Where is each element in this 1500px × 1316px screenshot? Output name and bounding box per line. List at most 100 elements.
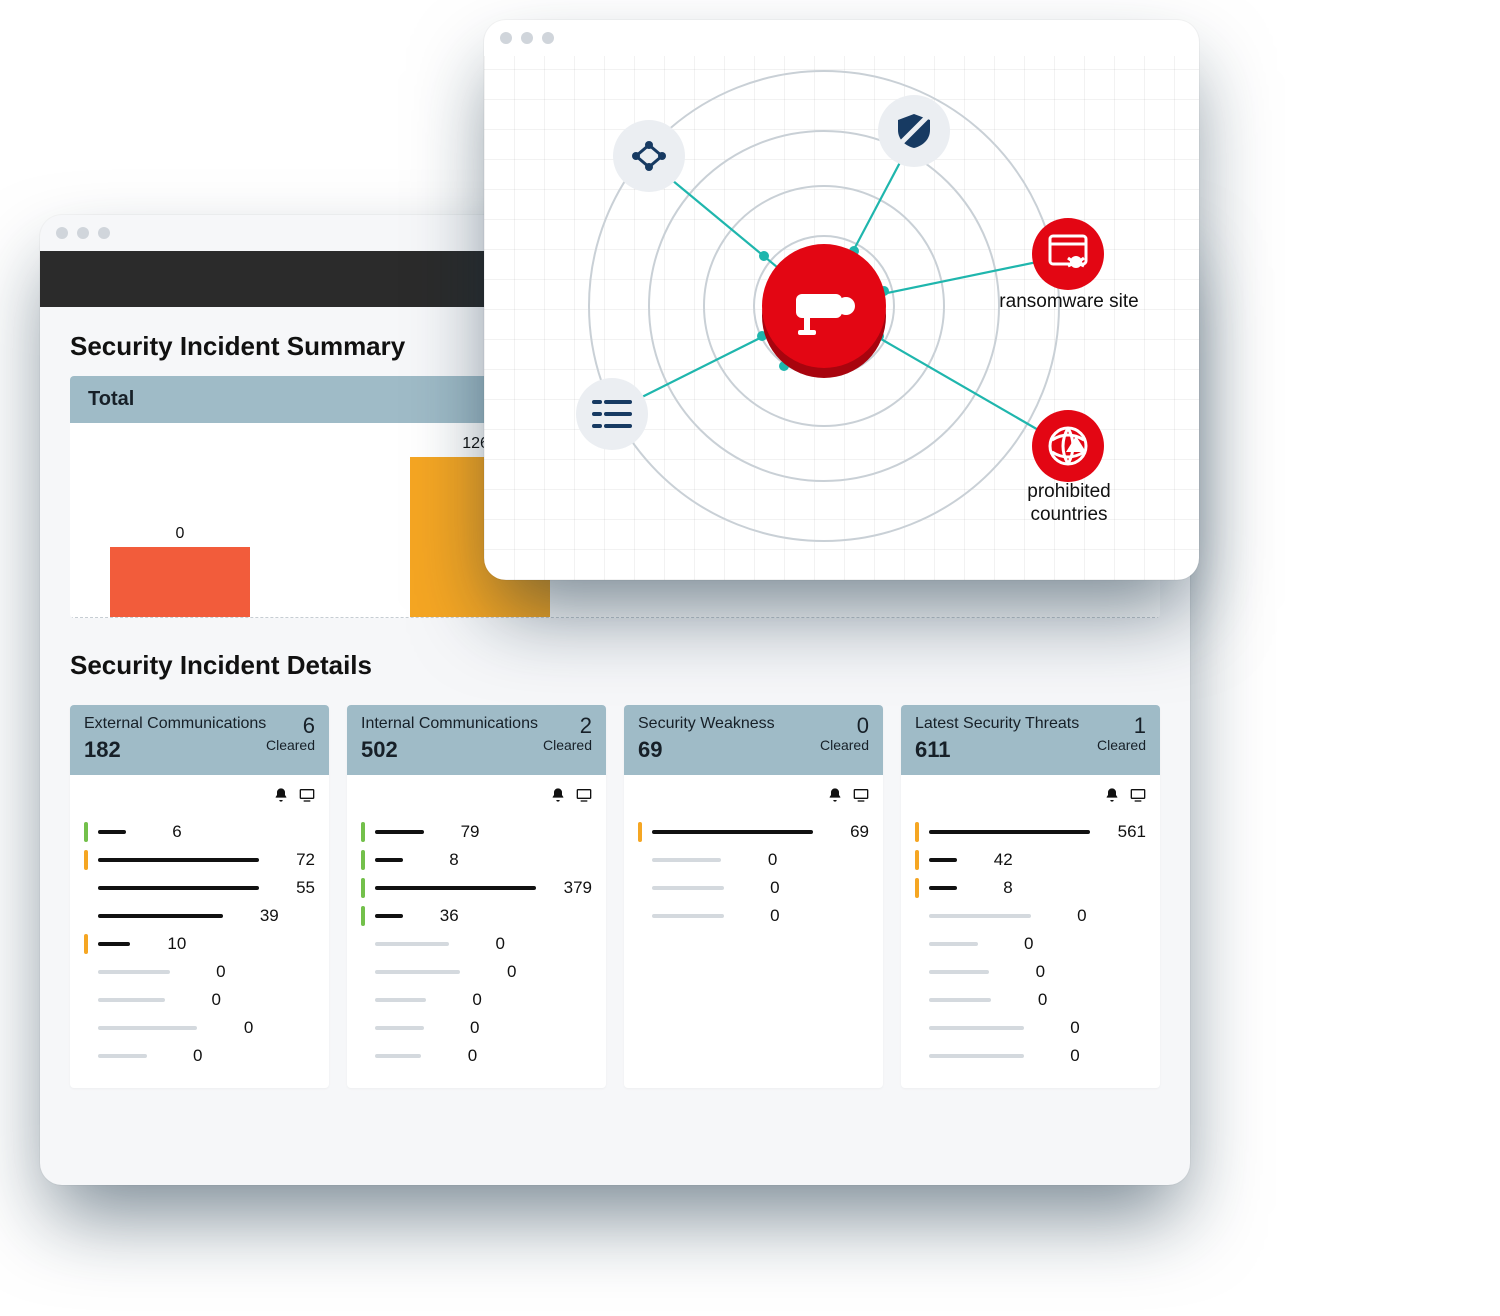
row-bar [98,830,126,834]
detail-row: 0 [915,958,1146,986]
row-bar [929,1026,1024,1030]
row-bar [375,858,403,862]
row-value: 6 [136,822,182,842]
row-priority-tick [638,850,642,870]
radar-node-ransomware[interactable] [1032,218,1104,290]
bell-icon[interactable] [827,787,843,808]
row-value: 0 [734,878,780,898]
detail-card[interactable]: External Communications 182 6 Cleared [70,705,329,1088]
row-value: 79 [434,822,480,842]
detail-card-cleared: 1 Cleared [1097,715,1146,753]
summary-bar-0-label: 0 [110,525,250,543]
card-icon-row [361,787,592,808]
traffic-light-dot [56,227,68,239]
radar-canvas: ! ransomware site prohibited countries [484,56,1199,580]
detail-card[interactable]: Internal Communications 502 2 Cleared [347,705,606,1088]
detail-row: 0 [361,986,592,1014]
row-value: 55 [269,878,315,898]
row-value: 8 [967,878,1013,898]
row-bar [98,914,223,918]
row-priority-tick [915,822,919,842]
row-bar [375,1026,424,1030]
row-value: 10 [140,934,186,954]
detail-row: 379 [361,874,592,902]
row-value: 0 [731,850,777,870]
row-bar [652,914,724,918]
row-value: 379 [546,878,592,898]
monitor-icon[interactable] [1130,787,1146,808]
detail-row: 42 [915,846,1146,874]
traffic-light-dot [98,227,110,239]
row-value: 72 [269,850,315,870]
detail-card-head: Security Weakness 69 0 Cleared [624,705,883,775]
detail-card-cleared: 0 Cleared [820,715,869,753]
row-value: 0 [459,934,505,954]
bell-icon[interactable] [273,787,289,808]
radar-node-prohibited[interactable]: ! [1032,410,1104,482]
detail-row: 0 [361,1042,592,1070]
detail-card[interactable]: Latest Security Threats 611 1 Cleared [901,705,1160,1088]
detail-card-body: 6 72 55 39 10 0 0 0 [70,775,329,1088]
monitor-icon[interactable] [576,787,592,808]
row-priority-tick [915,962,919,982]
row-bar [98,970,170,974]
detail-row: 6 [84,818,315,846]
row-priority-tick [361,822,365,842]
detail-row: 55 [84,874,315,902]
row-value: 0 [734,906,780,926]
detail-row: 561 [915,818,1146,846]
row-priority-tick [84,934,88,954]
svg-text:!: ! [1074,441,1078,453]
row-priority-tick [84,906,88,926]
row-value: 0 [988,934,1034,954]
row-bar [98,1026,197,1030]
traffic-light-dot [500,32,512,44]
row-priority-tick [84,1046,88,1066]
detail-card-head: External Communications 182 6 Cleared [70,705,329,775]
radar-center-node [762,244,886,378]
summary-bar-0 [110,547,250,617]
row-value: 0 [1034,1046,1080,1066]
row-priority-tick [915,934,919,954]
detail-card[interactable]: Security Weakness 69 0 Cleared [624,705,883,1088]
row-priority-tick [84,1018,88,1038]
traffic-light-dot [77,227,89,239]
row-priority-tick [361,878,365,898]
row-bar [929,886,957,890]
detail-row: 39 [84,902,315,930]
row-priority-tick [638,878,642,898]
detail-row: 0 [361,958,592,986]
detail-card-body: 69 0 0 0 [624,775,883,948]
row-priority-tick [84,850,88,870]
row-priority-tick [915,850,919,870]
detail-row: 8 [915,874,1146,902]
row-bar [375,886,536,890]
bell-icon[interactable] [1104,787,1120,808]
row-bar [652,830,813,834]
row-bar [929,914,1031,918]
row-bar [375,942,449,946]
monitor-icon[interactable] [299,787,315,808]
detail-row: 8 [361,846,592,874]
row-bar [375,1054,421,1058]
row-priority-tick [361,990,365,1010]
row-priority-tick [638,906,642,926]
row-priority-tick [638,822,642,842]
detail-row: 0 [915,1014,1146,1042]
details-cards-row: External Communications 182 6 Cleared [40,705,1190,1118]
row-priority-tick [915,878,919,898]
row-priority-tick [84,878,88,898]
detail-row: 0 [915,930,1146,958]
row-priority-tick [361,962,365,982]
row-priority-tick [915,1018,919,1038]
bell-icon[interactable] [550,787,566,808]
detail-row: 36 [361,902,592,930]
monitor-icon[interactable] [853,787,869,808]
row-bar [929,830,1090,834]
window-controls-front [484,20,1199,56]
label-prohibited: prohibited countries [989,481,1149,527]
detail-row: 0 [84,1042,315,1070]
row-bar [375,998,426,1002]
detail-row: 0 [361,930,592,958]
detail-row: 0 [915,902,1146,930]
